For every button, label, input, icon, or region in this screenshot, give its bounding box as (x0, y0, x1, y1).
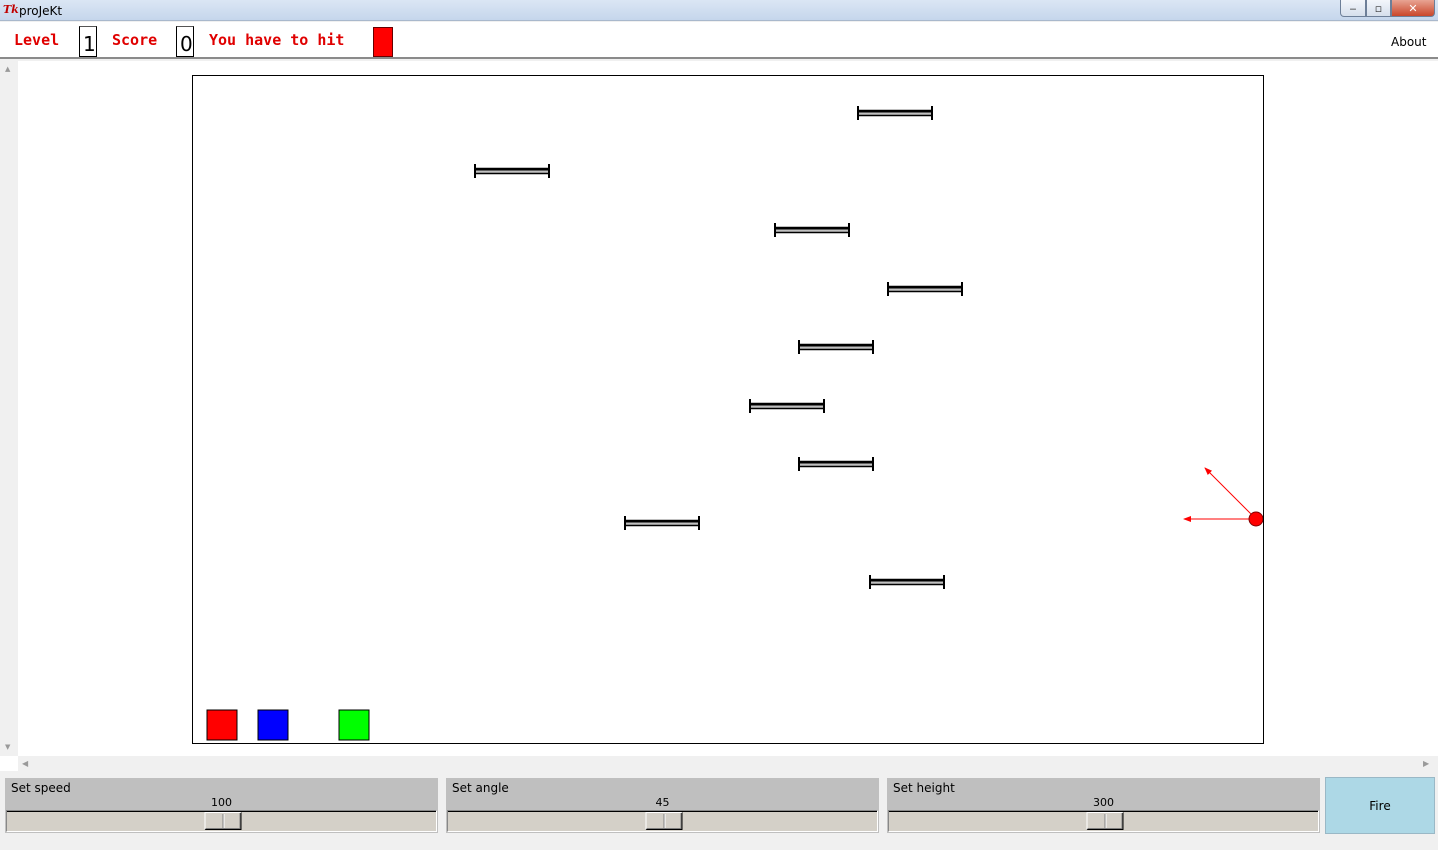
tk-logo-icon: Tk (3, 3, 19, 16)
angle-slider-label: Set angle (452, 781, 509, 795)
cannonball (1248, 511, 1263, 527)
speed-slider-label: Set speed (11, 781, 71, 795)
scroll-corner (0, 756, 18, 771)
score-value: 0 (176, 26, 194, 57)
angle-slider-thumb[interactable] (645, 812, 682, 830)
platform-6 (749, 399, 825, 413)
platform-1 (857, 106, 933, 120)
about-menu[interactable]: About (1391, 35, 1426, 49)
window-title: proJeKt (19, 4, 63, 18)
maximize-button[interactable]: ▫ (1366, 0, 1391, 17)
level-label: Level (14, 31, 60, 49)
platform-5 (798, 340, 874, 354)
game-header: Level 1 Score 0 You have to hit About (0, 22, 1438, 59)
target-instruction-label: You have to hit (209, 31, 345, 49)
platform-4 (887, 282, 963, 296)
angle-slider-panel: Set angle 45 (446, 778, 879, 833)
green-target (338, 709, 370, 741)
scroll-up-icon[interactable]: ▲ (5, 65, 10, 73)
speed-slider[interactable] (6, 810, 437, 832)
scroll-down-icon[interactable]: ▼ (5, 743, 10, 751)
aim-direction-arrow (1204, 467, 1257, 520)
scroll-left-icon[interactable]: ◀ (22, 759, 28, 768)
height-slider-thumb[interactable] (1086, 812, 1123, 830)
fire-button[interactable]: Fire (1325, 777, 1435, 834)
red-target (206, 709, 238, 741)
platform-8 (624, 516, 700, 530)
speed-slider-thumb[interactable] (204, 812, 241, 830)
height-slider-label: Set height (893, 781, 955, 795)
vertical-scrollbar[interactable]: ▲ ▼ (0, 61, 18, 756)
blue-target (257, 709, 289, 741)
platform-3 (774, 223, 850, 237)
level-value: 1 (79, 26, 97, 57)
horizontal-scrollbar[interactable]: ◀ ▶ (18, 756, 1438, 771)
platform-7 (798, 457, 874, 471)
scroll-right-icon[interactable]: ▶ (1423, 759, 1429, 768)
target-color-swatch (373, 27, 393, 57)
minimize-button[interactable]: ‒ (1340, 0, 1366, 17)
speed-slider-value: 100 (211, 796, 232, 809)
speed-slider-panel: Set speed 100 (5, 778, 438, 833)
game-canvas[interactable] (192, 75, 1264, 744)
window-titlebar: Tk proJeKt ‒ ▫ ✕ (0, 0, 1438, 21)
height-slider-value: 300 (1093, 796, 1114, 809)
angle-slider[interactable] (447, 810, 878, 832)
angle-slider-value: 45 (655, 796, 670, 809)
score-label: Score (112, 31, 158, 49)
height-slider[interactable] (888, 810, 1319, 832)
platform-2 (474, 164, 550, 178)
control-bar: Set speed 100 Set angle 45 Set height 30… (0, 771, 1438, 850)
platform-9 (869, 575, 945, 589)
game-board (206, 106, 1263, 741)
close-button[interactable]: ✕ (1391, 0, 1435, 17)
height-slider-panel: Set height 300 (887, 778, 1320, 833)
